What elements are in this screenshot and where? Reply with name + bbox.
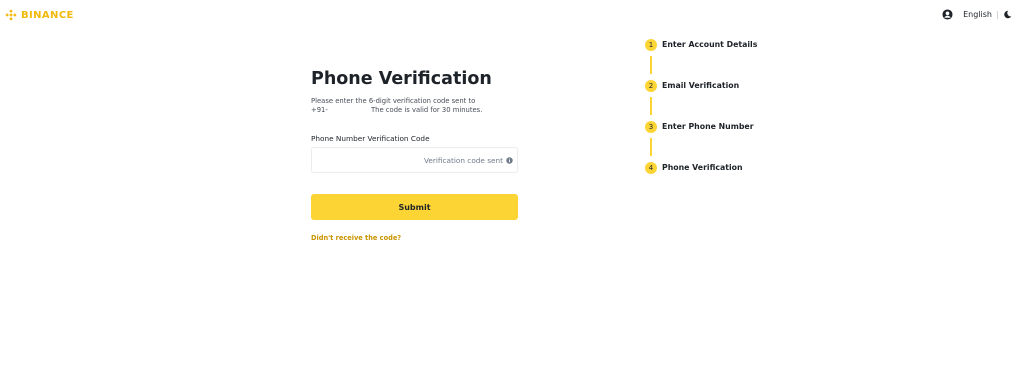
page-title: Phone Verification <box>311 69 492 89</box>
submit-button[interactable]: Submit <box>311 194 518 220</box>
brand-name: BINANCE <box>21 9 74 21</box>
step-number: 3 <box>645 120 657 133</box>
verification-code-input[interactable] <box>312 148 424 172</box>
user-account-icon[interactable] <box>942 9 953 20</box>
registration-stepper: 1 Enter Account Details 2 Email Verifica… <box>645 38 757 174</box>
verification-code-field[interactable]: Verification code sent <box>311 147 518 173</box>
dark-mode-toggle-icon[interactable] <box>1003 10 1012 19</box>
phone-verification-form: Phone Verification Please enter the 6-di… <box>311 66 518 242</box>
binance-logo-icon <box>5 9 17 21</box>
description-text: Please enter the 6-digit verification co… <box>311 97 476 105</box>
step-number: 4 <box>645 161 657 174</box>
step-item: 4 Phone Verification <box>645 161 757 174</box>
step-number: 1 <box>645 38 657 51</box>
resend-code-link[interactable]: Didn't receive the code? <box>311 234 518 242</box>
step-connector <box>650 97 652 115</box>
step-label: Enter Account Details <box>662 40 758 49</box>
verification-description: Please enter the 6-digit verification co… <box>311 97 518 115</box>
header-divider <box>997 10 998 19</box>
step-connector <box>650 138 652 156</box>
validity-text: The code is valid for 30 minutes. <box>371 106 483 114</box>
language-selector[interactable]: English <box>963 10 992 19</box>
code-sent-status: Verification code sent <box>423 155 503 165</box>
info-icon[interactable] <box>506 156 513 164</box>
step-connector <box>650 56 652 74</box>
description-line-2: +91- The code is valid for 30 minutes. <box>311 106 518 115</box>
header-actions: English <box>942 9 1012 20</box>
step-item: 2 Email Verification <box>645 79 757 92</box>
step-label: Phone Verification <box>662 163 743 172</box>
step-item: 1 Enter Account Details <box>645 38 757 51</box>
step-label: Enter Phone Number <box>662 122 754 131</box>
phone-prefix: +91- <box>311 106 328 114</box>
step-label: Email Verification <box>662 81 740 90</box>
code-field-label: Phone Number Verification Code <box>311 134 430 143</box>
brand-logo[interactable]: BINANCE <box>5 9 74 21</box>
step-number: 2 <box>645 79 657 92</box>
page: BINANCE English Phone Verification Pleas… <box>0 0 1024 380</box>
step-item: 3 Enter Phone Number <box>645 120 757 133</box>
